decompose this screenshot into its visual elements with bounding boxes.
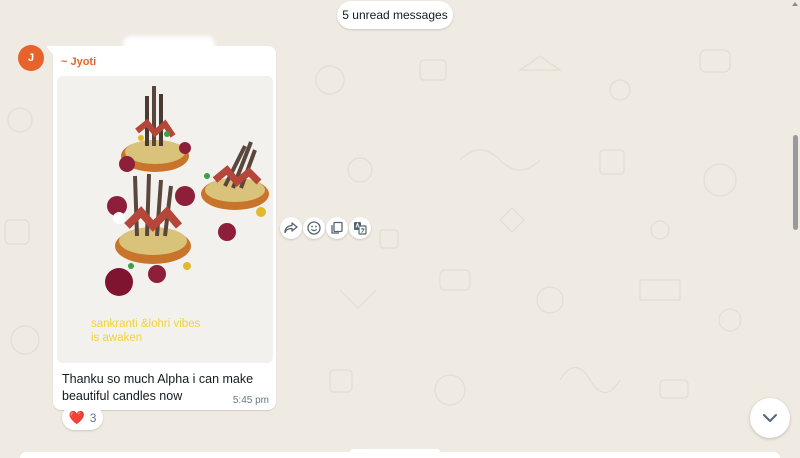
- copy-button[interactable]: [326, 217, 348, 239]
- reaction-badge[interactable]: ❤️ 3: [62, 405, 103, 430]
- photo-overlay-caption: sankranti &lohri vibes is awaken: [91, 318, 201, 344]
- sender-avatar[interactable]: J: [18, 45, 44, 71]
- heart-reaction-icon: ❤️: [68, 410, 85, 425]
- reaction-count: 3: [89, 410, 97, 425]
- scroll-to-bottom-button[interactable]: [750, 398, 790, 438]
- redacted-contact-blur: [123, 36, 215, 52]
- scroll-thumb[interactable]: [793, 135, 798, 230]
- scroll-up-arrow-icon[interactable]: [792, 2, 798, 6]
- unread-messages-label: 5 unread messages: [342, 8, 448, 22]
- message-timestamp: 5:45 pm: [232, 395, 269, 406]
- react-button[interactable]: [303, 217, 325, 239]
- forward-icon: [284, 222, 298, 234]
- unread-messages-banner: 5 unread messages: [337, 1, 453, 29]
- forward-button[interactable]: [280, 217, 302, 239]
- copy-icon: [331, 221, 343, 234]
- emoji-icon: [307, 221, 321, 235]
- translate-icon: [354, 222, 367, 235]
- message-photo[interactable]: sankranti &lohri vibes is awaken: [57, 76, 273, 363]
- message-bubble[interactable]: ~ Jyoti sankranti &lohri vibes is awaken…: [53, 36, 276, 410]
- message-actions: [280, 217, 372, 239]
- chat-scrollbar[interactable]: [790, 0, 800, 458]
- translate-button[interactable]: [349, 217, 371, 239]
- sender-name[interactable]: ~ Jyoti: [61, 56, 96, 68]
- chevron-down-icon: [763, 414, 777, 422]
- avatar-initial: J: [27, 52, 35, 64]
- composer-handle: [350, 449, 440, 455]
